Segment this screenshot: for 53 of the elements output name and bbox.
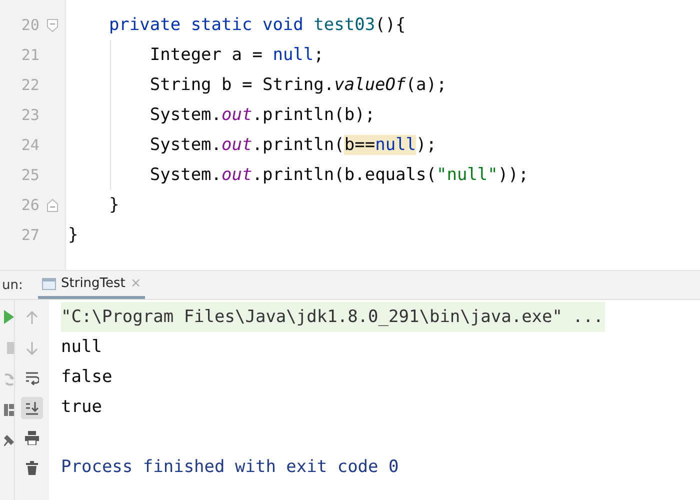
line-number: 24: [20, 136, 40, 154]
field-name: out: [222, 165, 252, 185]
code-text: .println(: [252, 135, 344, 155]
code-text: ;: [314, 45, 324, 65]
code-text: ));: [498, 165, 529, 185]
keyword-text: null: [272, 45, 314, 65]
line-number: 23: [20, 106, 40, 124]
code-text: .println(b.equals(: [252, 165, 436, 185]
highlighted-keyword: null: [375, 135, 416, 155]
code-text: String b = String.: [148, 75, 334, 95]
run-label: un:: [2, 278, 24, 292]
fold-icon[interactable]: [46, 18, 58, 32]
line-number: 25: [20, 166, 40, 184]
code-text: (){: [375, 15, 406, 35]
up-arrow-icon: [26, 311, 38, 325]
scroll-end-button[interactable]: [21, 397, 43, 419]
line-number: 21: [20, 46, 40, 64]
method-name: test03: [314, 15, 376, 35]
string-literal: "null": [436, 165, 498, 185]
fold-icon[interactable]: [46, 198, 58, 212]
code-text: (a);: [406, 75, 447, 95]
code-text: Integer a =: [148, 45, 264, 65]
exit-message: Process finished with exit code 0: [61, 457, 399, 477]
code-text: .println(b);: [252, 105, 376, 125]
output-line: true: [61, 397, 102, 417]
output-line: false: [61, 367, 112, 387]
method-call: valueOf: [334, 75, 406, 95]
code-text: }: [68, 225, 78, 245]
print-icon: [25, 431, 39, 445]
field-name: out: [222, 135, 252, 155]
rerun-icon[interactable]: [5, 372, 14, 386]
trash-icon: [26, 461, 38, 475]
line-number: 26: [20, 196, 40, 214]
tab-title: StringTest: [61, 276, 126, 291]
line-number: 27: [20, 226, 40, 244]
highlighted-code: b==: [344, 135, 376, 155]
console-tab[interactable]: StringTest ×: [38, 271, 146, 299]
line-number: 22: [20, 76, 40, 94]
scroll-to-end-icon: [25, 401, 39, 415]
code-text: }: [108, 195, 120, 215]
keyword-text: private static void: [108, 15, 304, 35]
code-text: );: [416, 135, 437, 155]
output-line: null: [61, 337, 102, 357]
field-name: out: [222, 105, 252, 125]
console-icon: [42, 278, 56, 290]
code-text: System.: [148, 105, 222, 125]
line-number: 20: [20, 16, 40, 34]
layout-icon[interactable]: [4, 404, 14, 416]
code-text: System.: [148, 165, 222, 185]
command-line: "C:\Program Files\Java\jdk1.8.0_291\bin\java.exe" ...: [61, 307, 604, 327]
soft-wrap-icon: [25, 371, 39, 385]
down-arrow-icon: [26, 341, 38, 355]
code-text: System.: [148, 135, 222, 155]
